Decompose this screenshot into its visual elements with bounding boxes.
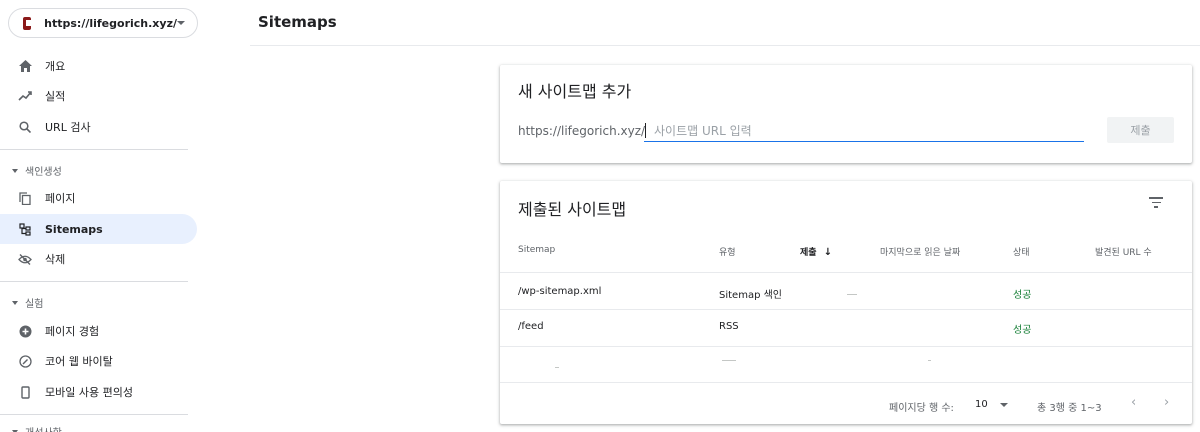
sidebar-item-removals[interactable]: 삭제	[0, 244, 197, 274]
rows-per-page-label: 페이지당 행 수:	[889, 403, 954, 414]
section-label: 개선사항	[25, 424, 62, 432]
sidebar-divider	[0, 281, 188, 282]
sidebar-section-experience[interactable]: 실험	[12, 295, 43, 310]
sidebar-item-label: 페이지	[45, 192, 76, 205]
section-label: 색인생성	[25, 167, 62, 178]
text-cursor	[645, 123, 646, 138]
section-label: 실험	[25, 299, 44, 310]
sidebar-item-label: Sitemaps	[45, 222, 103, 236]
sidebar-item-sitemaps[interactable]: Sitemaps	[0, 214, 197, 244]
column-header-discovered[interactable]: 발견된 URL 수	[1095, 245, 1152, 258]
obscured-cell	[722, 360, 736, 361]
sidebar-item-core-web-vitals[interactable]: 코어 웹 바이탈	[0, 346, 197, 376]
sidebar-section-indexing[interactable]: 색인생성	[12, 163, 62, 178]
row-divider	[500, 272, 1192, 273]
sidebar-item-page-experience[interactable]: 페이지 경험	[0, 316, 197, 346]
previous-page-icon[interactable]: ‹	[1131, 395, 1136, 410]
sidebar-item-label: 개요	[45, 60, 66, 73]
add-sitemap-card: 새 사이트맵 추가 https://lifegorich.xyz/ 제출	[500, 65, 1192, 163]
pages-icon	[18, 191, 32, 205]
sidebar-item-label: 모바일 사용 편의성	[45, 386, 133, 399]
sidebar-item-overview[interactable]: 개요	[0, 51, 197, 81]
row-divider	[500, 346, 1192, 347]
cell-sitemap: /wp-sitemap.xml	[518, 286, 602, 297]
sidebar-item-label: 실적	[45, 90, 66, 103]
search-icon	[18, 120, 32, 134]
page-title: Sitemaps	[258, 13, 337, 31]
sidebar-item-url-inspection[interactable]: URL 검사	[0, 112, 197, 142]
site-favicon-icon	[23, 16, 34, 30]
next-page-icon[interactable]: ›	[1164, 395, 1169, 410]
arrow-down-icon: ↓	[823, 247, 833, 258]
add-circle-icon	[18, 324, 32, 338]
cell-sitemap: /feed	[518, 321, 544, 332]
sitemap-url-prefix: https://lifegorich.xyz/	[518, 124, 646, 138]
row-divider	[500, 382, 1192, 383]
sidebar-item-label: 코어 웹 바이탈	[45, 355, 113, 368]
column-header-submitted[interactable]: 제출 ↓	[800, 245, 832, 258]
sidebar-item-label: 삭제	[45, 253, 66, 266]
chevron-down-icon	[177, 21, 185, 25]
home-icon	[18, 59, 32, 73]
cell-status: 성공	[1013, 290, 1032, 301]
visibility-off-icon	[18, 252, 32, 266]
sidebar-item-label: 페이지 경험	[45, 325, 100, 338]
row-divider	[500, 309, 1192, 310]
sidebar-item-mobile-usability[interactable]: 모바일 사용 편의성	[0, 377, 197, 407]
obscured-cell	[555, 367, 559, 368]
search-console-app: https://lifegorich.xyz/ 개요 실적 URL 검사 색인생…	[0, 0, 1200, 432]
speed-gauge-icon	[18, 354, 32, 368]
sidebar-divider	[0, 149, 188, 150]
sidebar-item-label: URL 검사	[45, 121, 91, 134]
obscured-cell	[928, 360, 931, 361]
obscured-cell	[847, 294, 857, 295]
sitemap-icon	[18, 222, 32, 236]
column-header-sitemap[interactable]: Sitemap	[518, 245, 555, 255]
filter-icon[interactable]	[1148, 197, 1164, 209]
sidebar-section-enhancements[interactable]: 개선사항	[12, 424, 62, 432]
chevron-down-icon	[999, 402, 1008, 407]
column-header-label: 제출	[800, 248, 817, 258]
column-header-type[interactable]: 유형	[719, 245, 736, 258]
column-header-status[interactable]: 상태	[1013, 245, 1030, 258]
collapse-icon	[12, 168, 18, 173]
cell-type: RSS	[719, 321, 739, 332]
rows-per-page-select[interactable]: 10	[975, 399, 1008, 410]
collapse-icon	[12, 300, 18, 305]
pagination-range: 총 3행 중 1~3	[1037, 403, 1102, 414]
property-selector[interactable]: https://lifegorich.xyz/	[8, 8, 198, 38]
submitted-sitemaps-card: 제출된 사이트맵 Sitemap 유형 제출 ↓ 마지막으로 읽은 날짜 상태 …	[500, 181, 1192, 424]
property-url: https://lifegorich.xyz/	[44, 16, 177, 30]
smartphone-icon	[18, 385, 32, 399]
add-sitemap-title: 새 사이트맵 추가	[518, 82, 632, 101]
submitted-sitemaps-title: 제출된 사이트맵	[518, 200, 627, 219]
trending-up-icon	[18, 89, 32, 103]
rows-per-page-value: 10	[975, 399, 988, 410]
cell-type: Sitemap 색인	[719, 290, 782, 301]
submit-button[interactable]: 제출	[1107, 117, 1174, 143]
sidebar: https://lifegorich.xyz/ 개요 실적 URL 검사 색인생…	[0, 0, 210, 432]
sidebar-item-pages[interactable]: 페이지	[0, 183, 197, 213]
sitemap-url-input[interactable]	[644, 120, 1084, 142]
header-divider	[250, 45, 1200, 46]
sidebar-divider	[0, 414, 188, 415]
cell-status: 성공	[1013, 325, 1032, 336]
column-header-last-read[interactable]: 마지막으로 읽은 날짜	[880, 245, 960, 258]
sidebar-item-performance[interactable]: 실적	[0, 81, 197, 111]
